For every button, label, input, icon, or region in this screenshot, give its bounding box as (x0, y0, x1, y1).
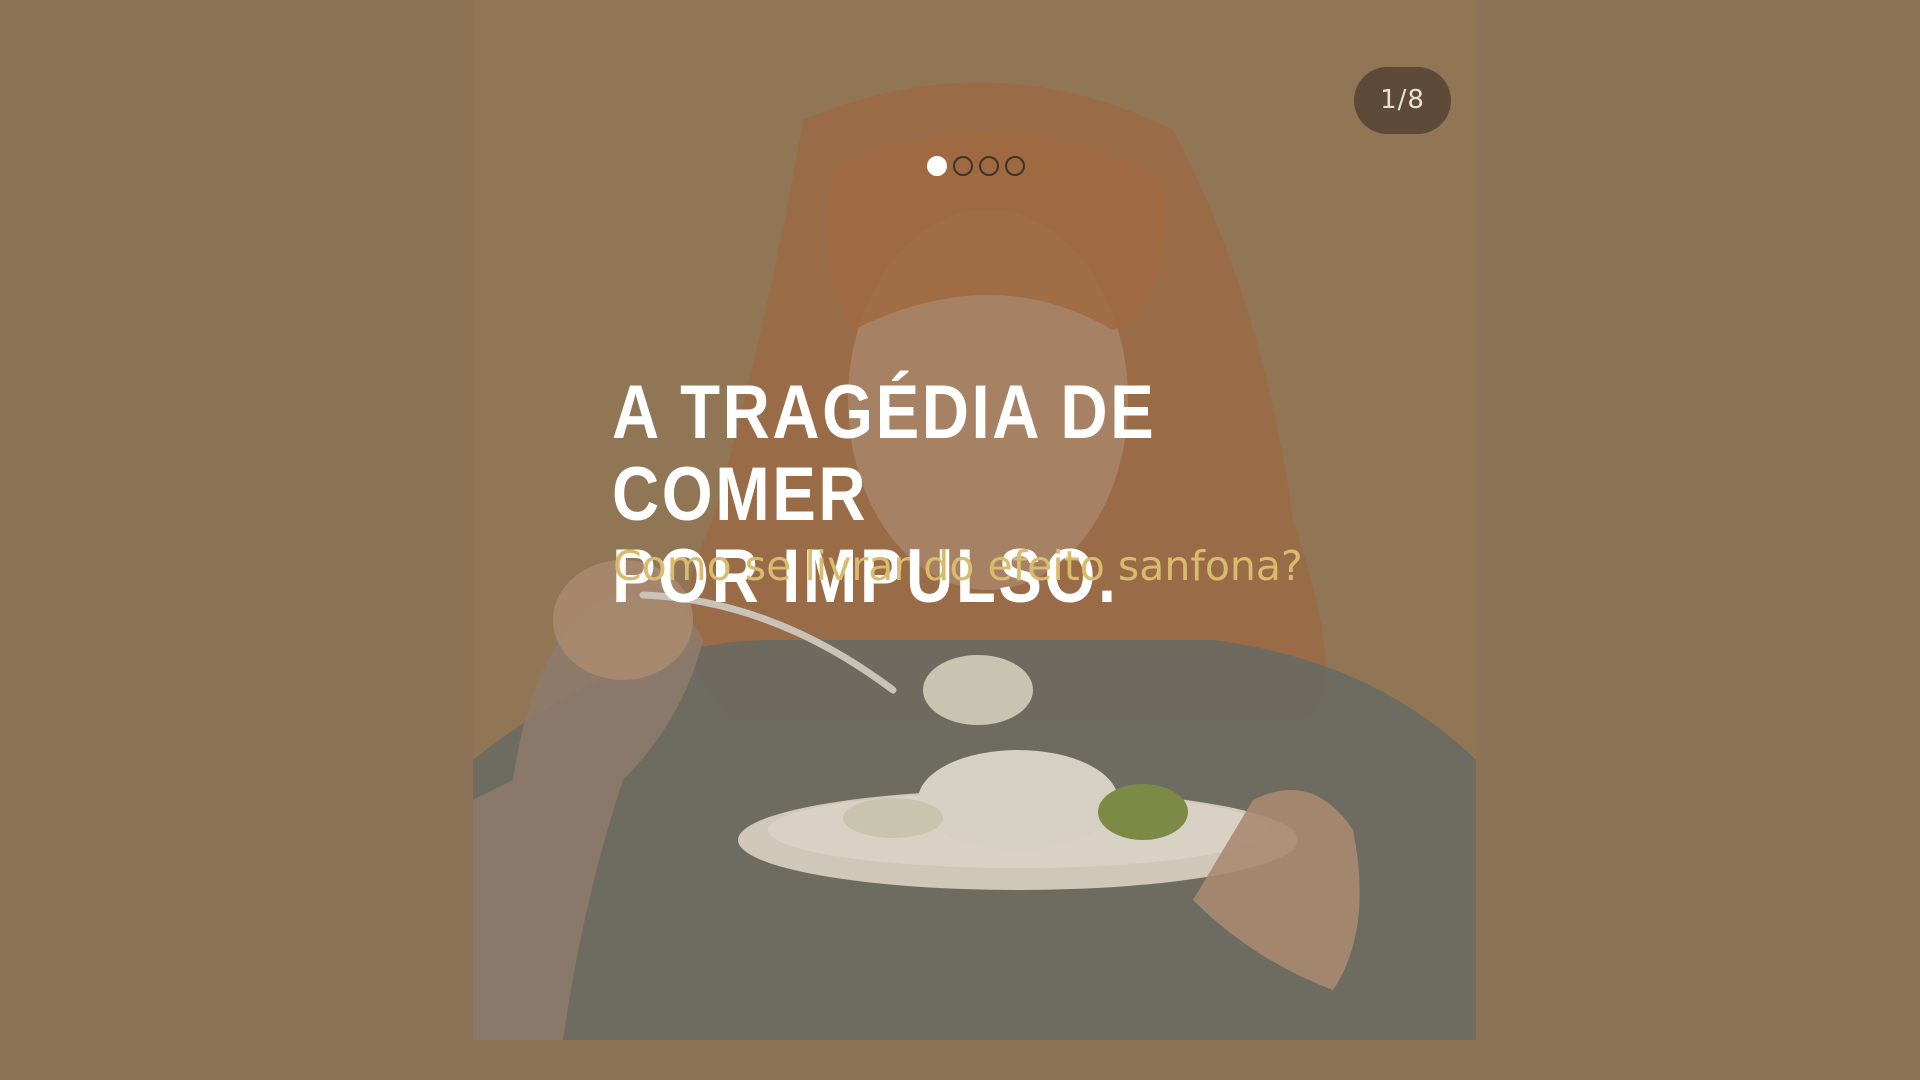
slide-subheadline: Como se livrar do efeito sanfona? (613, 542, 1303, 590)
pagination-dots (927, 156, 1025, 176)
pagination-dot-4[interactable] (1005, 156, 1025, 176)
slide-counter-badge: 1/8 (1354, 67, 1451, 134)
pagination-dot-2[interactable] (953, 156, 973, 176)
pagination-dot-1[interactable] (927, 156, 947, 176)
pagination-dot-3[interactable] (979, 156, 999, 176)
page: 1/8 A TRAGÉDIA DE COMER POR IMPULSO. Com… (0, 0, 1920, 1080)
